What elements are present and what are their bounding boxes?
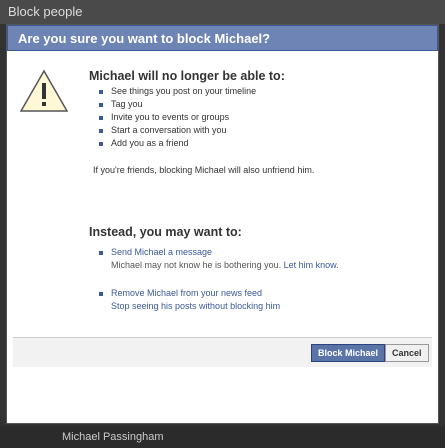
alternatives-heading: Instead, you may want to:: [89, 225, 242, 239]
warning-icon: [19, 69, 69, 112]
send-message-subtext: Michael may not know he is bothering you…: [111, 260, 339, 270]
dialog-title: Are you sure you want to block Michael?: [7, 25, 438, 51]
stop-seeing-posts-link[interactable]: Stop seeing his posts without blocking h…: [111, 301, 280, 311]
outer-header: Block people: [0, 0, 445, 24]
warning-list: See things you post on your timeline Tag…: [93, 85, 256, 150]
remove-news-feed-link[interactable]: Remove Michael from your news feed: [98, 288, 262, 298]
list-item: See things you post on your timeline: [93, 85, 256, 98]
send-message-note: Michael may not know he is bothering you…: [111, 260, 282, 270]
block-button[interactable]: Block Michael: [311, 344, 386, 362]
list-item: Invite you to events or groups: [93, 111, 256, 124]
let-him-know-link[interactable]: Let him know.: [284, 260, 339, 270]
warning-heading: Michael will no longer be able to:: [89, 69, 285, 83]
cancel-button[interactable]: Cancel: [385, 344, 429, 362]
send-message-link[interactable]: Send Michael a message: [98, 247, 212, 257]
button-row: Block Michael Cancel: [13, 337, 432, 367]
unfriend-note: If you're friends, blocking Michael will…: [93, 165, 315, 175]
list-item: Add you as a friend: [93, 137, 256, 150]
list-item: Start a conversation with you: [93, 124, 256, 137]
block-dialog: Are you sure you want to block Michael? …: [6, 24, 439, 424]
list-item: Tag you: [93, 98, 256, 111]
footer-name: Michael Passingham: [0, 426, 445, 448]
page: Block people Are you sure you want to bl…: [0, 0, 445, 448]
